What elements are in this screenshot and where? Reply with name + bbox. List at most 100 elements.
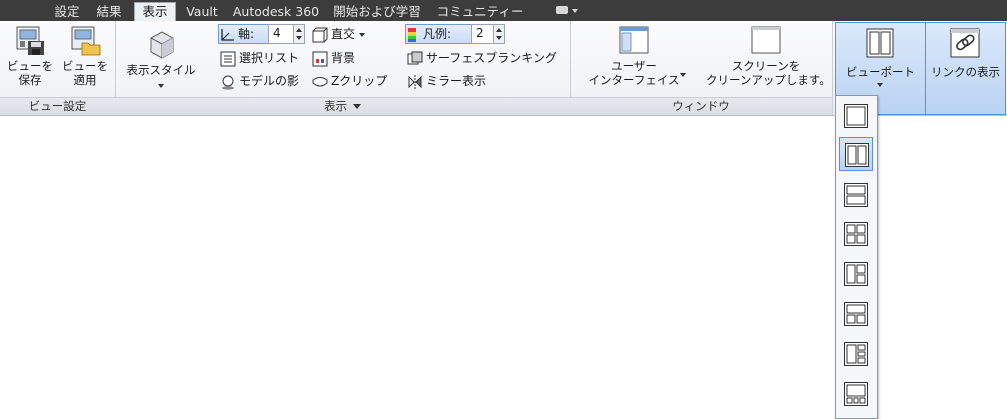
model-shadow-button[interactable]: モデルの影 xyxy=(220,71,299,91)
link-display-label: リンクの表示 xyxy=(931,65,1000,79)
clean-screen-label-line1: スクリーンを xyxy=(731,59,801,73)
ortho-dropdown[interactable]: 直交 xyxy=(312,24,366,44)
spinner-arrows[interactable] xyxy=(493,25,504,43)
axis-value: 4 xyxy=(273,26,281,40)
chevron-down-icon xyxy=(158,84,164,88)
cube-icon xyxy=(150,31,174,59)
ortho-label: 直交 xyxy=(331,27,356,41)
panel-title-display[interactable]: 表示 xyxy=(115,97,570,115)
display-title: 表示 xyxy=(324,99,347,113)
chevron-down-icon xyxy=(353,104,361,109)
panel-view-settings: ビューを 保存 ビューを 適用 ビュー設定 xyxy=(0,21,116,115)
layout-four-left-big-icon xyxy=(844,342,868,366)
background-label: 背景 xyxy=(331,51,356,65)
clean-screen-button[interactable]: スクリーンを クリーンアップします。 xyxy=(706,25,831,87)
ortho-cube-icon xyxy=(312,27,328,42)
selection-list-button[interactable]: 選択リスト xyxy=(220,48,299,68)
layout-two-horizontal[interactable] xyxy=(839,178,873,212)
tab-results[interactable]: 結果 xyxy=(91,3,127,21)
layout-single-icon xyxy=(844,104,868,128)
save-view-icon xyxy=(16,26,44,55)
layout-two-vertical-icon xyxy=(845,143,869,167)
legend-icon xyxy=(408,27,416,42)
panel-title-view-settings: ビュー設定 xyxy=(0,97,115,115)
layout-four-bottom-small[interactable] xyxy=(839,377,873,411)
ribbon-tab-bar: 設定 結果 表示 Vault Autodesk 360 開始および学習 コミュニ… xyxy=(0,0,1007,22)
user-interface-button[interactable]: ユーザー インターフェイス xyxy=(578,25,690,87)
selection-list-label: 選択リスト xyxy=(239,51,300,65)
viewport-layout-menu xyxy=(835,95,878,419)
save-view-button[interactable]: ビューを 保存 xyxy=(4,25,56,87)
model-shadow-label: モデルの影 xyxy=(239,74,300,88)
user-interface-label-line2: インターフェイス xyxy=(588,73,680,87)
apply-view-button[interactable]: ビューを 適用 xyxy=(58,25,112,87)
viewport-label: ビューポート xyxy=(846,65,915,79)
tab-community[interactable]: コミュニティー xyxy=(432,3,528,21)
layout-two-vertical[interactable] xyxy=(839,137,873,171)
panel-window: ユーザー インターフェイス スクリーンを クリーンアップします。 ウィンドウ xyxy=(570,21,833,115)
user-interface-icon xyxy=(619,26,649,54)
apply-view-label-line2: 適用 xyxy=(73,73,97,87)
background-icon xyxy=(312,51,328,66)
mirror-display-button[interactable]: ミラー表示 xyxy=(407,71,486,91)
link-display-button[interactable]: リンクの表示 xyxy=(925,22,1006,115)
display-style-label: 表示スタイル xyxy=(126,63,196,77)
legend-spinner[interactable]: 2 xyxy=(471,24,505,44)
z-clip-button[interactable]: Zクリップ xyxy=(312,71,387,91)
save-view-label-line2: 保存 xyxy=(18,73,42,87)
background-button[interactable]: 背景 xyxy=(312,48,355,68)
pill-icon xyxy=(556,6,568,14)
view-settings-title: ビュー設定 xyxy=(28,99,87,113)
z-clip-label: Zクリップ xyxy=(331,74,388,88)
spinner-arrows[interactable] xyxy=(293,25,304,43)
z-clip-icon xyxy=(312,76,328,86)
surface-blanking-button[interactable]: サーフェスブランキング xyxy=(407,48,557,68)
tab-autodesk-360[interactable]: Autodesk 360 xyxy=(231,3,321,21)
link-icon xyxy=(950,28,980,58)
chevron-down-icon xyxy=(572,9,578,13)
layout-four-icon xyxy=(844,222,868,246)
legend-label: 凡例: xyxy=(423,27,452,41)
chevron-down-icon xyxy=(359,32,366,37)
surface-blanking-label: サーフェスブランキング xyxy=(426,51,557,65)
window-title: ウィンドウ xyxy=(672,99,730,113)
save-view-label-line1: ビューを xyxy=(7,59,53,73)
axis-label: 軸: xyxy=(238,27,255,41)
layout-four[interactable] xyxy=(839,217,873,251)
surface-blanking-icon xyxy=(407,51,423,64)
layout-four-left-big[interactable] xyxy=(839,337,873,371)
layout-single[interactable] xyxy=(839,99,873,133)
tab-settings[interactable]: 設定 xyxy=(50,3,84,21)
apply-view-icon xyxy=(71,26,101,56)
tab-overflow-button[interactable] xyxy=(554,5,584,17)
legend-value: 2 xyxy=(476,26,484,40)
spin-up-icon xyxy=(496,28,502,32)
layout-two-horizontal-icon xyxy=(844,183,868,207)
chevron-down-icon xyxy=(877,83,883,87)
tab-vault[interactable]: Vault xyxy=(180,3,224,21)
axis-spinner[interactable]: 4 xyxy=(268,24,305,44)
chevron-down-icon[interactable] xyxy=(680,73,686,77)
spin-up-icon xyxy=(296,28,302,32)
selection-list-icon xyxy=(220,51,236,66)
mirror-display-label: ミラー表示 xyxy=(426,74,487,88)
tab-view[interactable]: 表示 xyxy=(134,2,176,22)
spin-down-icon xyxy=(496,36,502,40)
panel-title-window: ウィンドウ xyxy=(570,97,832,115)
layout-three-left-big-icon xyxy=(844,262,868,286)
axis-toggle[interactable]: 軸: xyxy=(218,24,270,44)
layout-three-left-big[interactable] xyxy=(839,257,873,291)
panel-display[interactable]: 表示スタイル 軸: 4 選択リスト モデルの影 直交 背景 Zクリップ 凡例: xyxy=(115,21,571,115)
legend-toggle[interactable]: 凡例: xyxy=(405,24,472,44)
viewport-two-vertical-icon xyxy=(866,28,894,58)
display-style-button[interactable]: 表示スタイル xyxy=(121,27,201,91)
tab-getting-started[interactable]: 開始および学習 xyxy=(330,3,424,21)
clean-screen-icon xyxy=(751,26,781,54)
user-interface-label-line1: ユーザー xyxy=(611,59,657,73)
layout-three-top-big[interactable] xyxy=(839,297,873,331)
layout-three-top-big-icon xyxy=(844,302,868,326)
spin-down-icon xyxy=(296,36,302,40)
apply-view-label-line1: ビューを xyxy=(62,59,108,73)
clean-screen-label-line2: クリーンアップします。 xyxy=(706,73,831,87)
layout-four-bottom-small-icon xyxy=(844,382,868,406)
